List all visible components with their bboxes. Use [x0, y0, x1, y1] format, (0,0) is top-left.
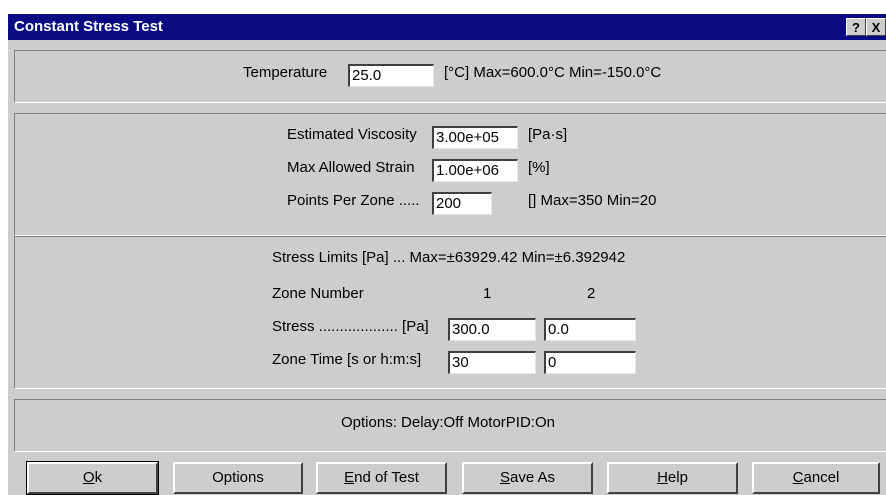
viscosity-label: Estimated Viscosity — [287, 126, 417, 143]
save-as-button[interactable]: Save As — [462, 462, 593, 494]
options-panel: Options: Delay:Off MotorPID:On — [14, 399, 886, 452]
points-input[interactable]: 200 — [432, 192, 492, 215]
zone-1-header: 1 — [483, 285, 492, 302]
save-as-button-label: Save As — [499, 469, 556, 486]
strain-unit: [%] — [528, 159, 550, 176]
temperature-range: [°C] Max=600.0°C Min=-150.0°C — [444, 64, 662, 81]
close-icon[interactable]: X — [866, 18, 886, 36]
options-summary: Options: Delay:Off MotorPID:On — [341, 414, 555, 431]
zone-2-stress-input[interactable]: 0.0 — [544, 318, 636, 341]
temperature-label: Temperature — [243, 64, 328, 81]
end-of-test-button[interactable]: End of Test — [316, 462, 447, 494]
end-of-test-button-label: End of Test — [344, 469, 419, 486]
options-button-label: Options — [212, 469, 264, 486]
points-label: Points Per Zone ..... — [287, 192, 420, 209]
zone-2-time-input[interactable]: 0 — [544, 351, 636, 374]
strain-input[interactable]: 1.00e+06 — [432, 159, 518, 182]
parameters-panel: Estimated Viscosity 3.00e+05 [Pa·s] Max … — [14, 113, 886, 236]
dialog-window: Constant Stress Test ? X Temperature 25.… — [8, 14, 886, 495]
strain-label: Max Allowed Strain — [287, 159, 415, 176]
zone-2-header: 2 — [587, 285, 596, 302]
stress-label: Stress ................... [Pa] — [272, 318, 429, 335]
ok-button-label: Ok — [82, 469, 103, 486]
zone-1-time-input[interactable]: 30 — [448, 351, 536, 374]
viscosity-unit: [Pa·s] — [528, 126, 568, 143]
help-button[interactable]: Help — [607, 462, 738, 494]
viscosity-input[interactable]: 3.00e+05 — [432, 126, 518, 149]
options-button[interactable]: Options — [173, 462, 303, 494]
zones-panel: Stress Limits [Pa] ... Max=±63929.42 Min… — [14, 236, 886, 389]
title-bar[interactable]: Constant Stress Test ? X — [8, 14, 886, 40]
points-range: [] Max=350 Min=20 — [528, 192, 657, 209]
help-icon[interactable]: ? — [846, 18, 866, 36]
cancel-button-label: Cancel — [792, 469, 840, 486]
help-button-label: Help — [657, 469, 688, 486]
temperature-input[interactable]: 25.0 — [348, 64, 434, 87]
zone-1-stress-input[interactable]: 300.0 — [448, 318, 536, 341]
stress-limits: Stress Limits [Pa] ... Max=±63929.42 Min… — [272, 249, 626, 266]
window-title: Constant Stress Test — [14, 18, 163, 35]
zone-time-label: Zone Time [s or h:m:s] — [272, 351, 422, 368]
ok-button[interactable]: Ok — [26, 461, 159, 495]
cancel-button[interactable]: Cancel — [752, 462, 880, 494]
temperature-panel: Temperature 25.0 [°C] Max=600.0°C Min=-1… — [14, 50, 886, 103]
zone-number-label: Zone Number — [272, 285, 364, 302]
